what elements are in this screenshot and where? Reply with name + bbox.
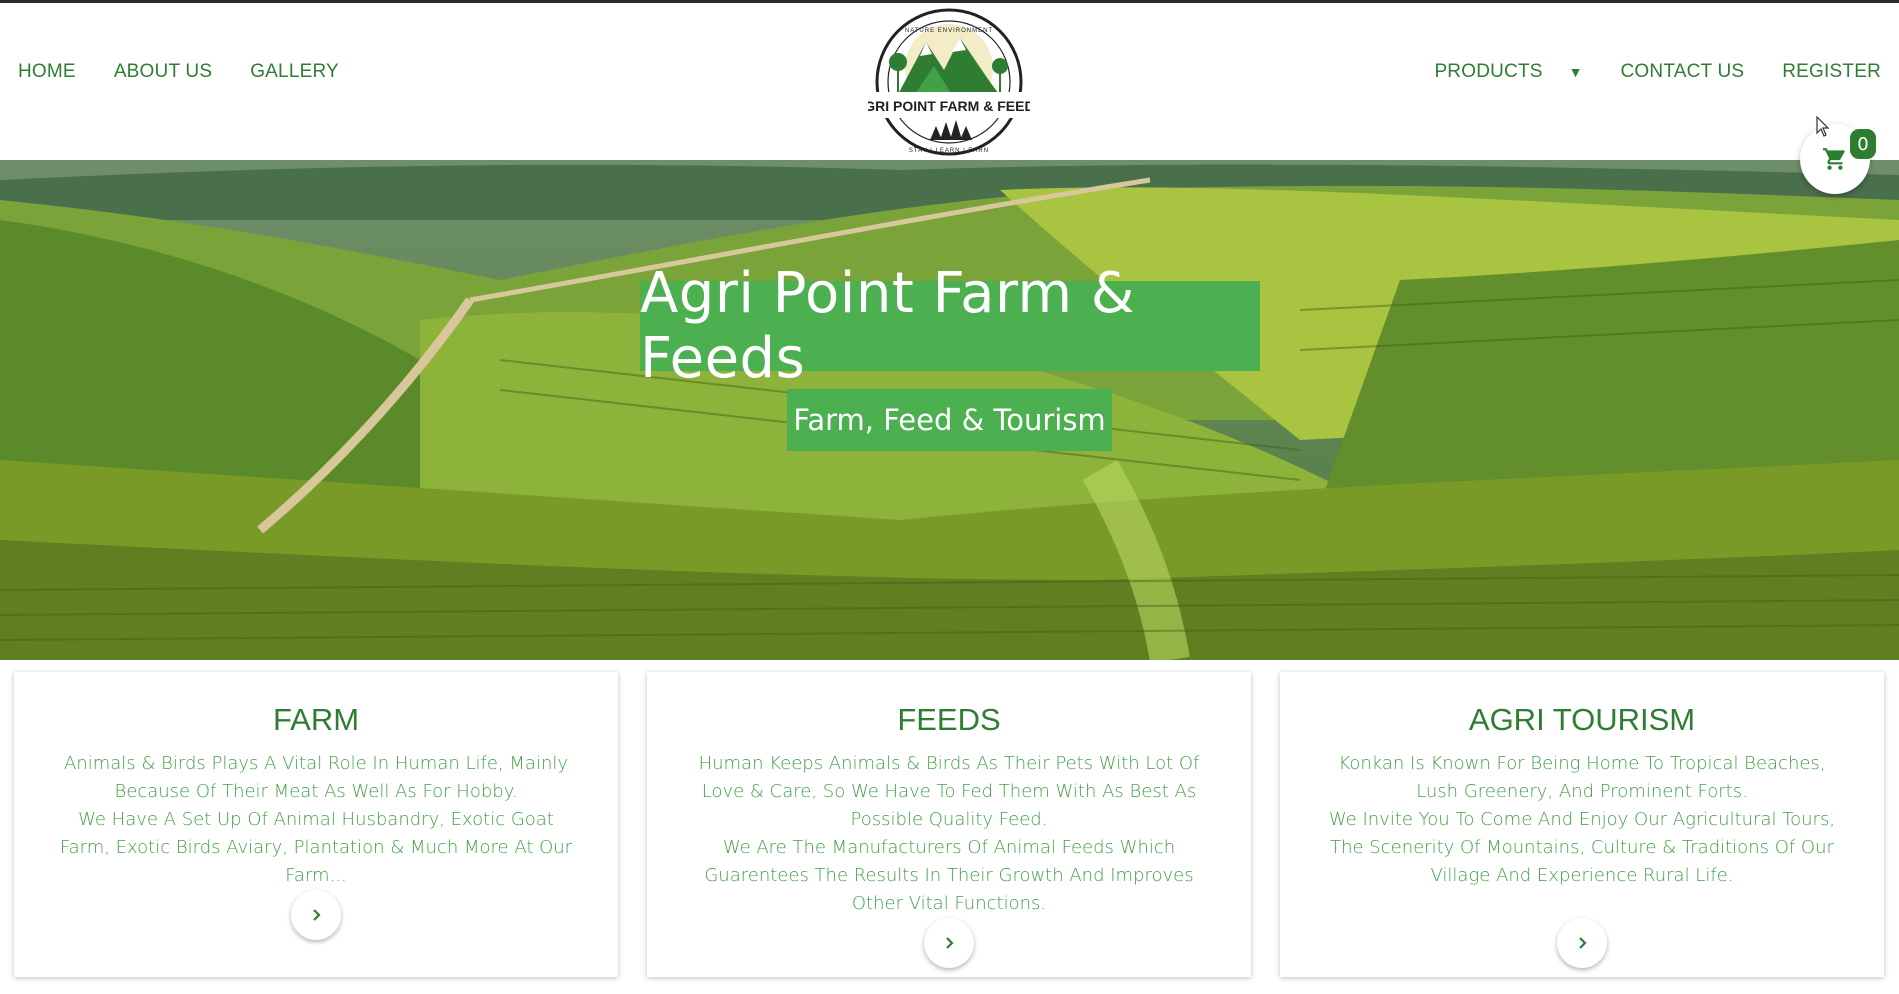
nav-gallery[interactable]: GALLERY	[250, 61, 339, 83]
nav-products-dropdown[interactable]: PRODUCTS ▼	[1434, 61, 1582, 83]
cart-button[interactable]: 0	[1800, 124, 1876, 194]
svg-text:STAY | LEARN | EARN: STAY | LEARN | EARN	[909, 148, 989, 154]
site-header: HOME ABOUT US GALLERY AGRI POINT FARM & …	[0, 3, 1899, 160]
agri-tourism-more-button[interactable]	[1557, 918, 1607, 968]
card-farm: FARM Animals & Birds Plays A Vital Role …	[14, 672, 618, 977]
card-description: Human Keeps Animals & Birds As Their Pet…	[698, 753, 1200, 914]
cart-icon	[1823, 148, 1845, 170]
card-feeds: FEEDS Human Keeps Animals & Birds As The…	[647, 672, 1251, 977]
card-title: AGRI TOURISM	[1468, 702, 1696, 737]
card-agri-tourism: AGRI TOURISM Konkan Is Known For Being H…	[1280, 672, 1884, 977]
feeds-more-button[interactable]	[924, 918, 974, 968]
primary-nav-left: HOME ABOUT US GALLERY	[18, 61, 339, 83]
nav-contact-us[interactable]: CONTACT US	[1621, 61, 1745, 83]
nav-register[interactable]: REGISTER	[1782, 61, 1881, 83]
chevron-right-icon	[313, 909, 321, 921]
hero-banner: Agri Point Farm & Feeds Farm, Feed & Tou…	[0, 160, 1899, 660]
chevron-right-icon	[946, 937, 954, 949]
caret-down-icon[interactable]: ▼	[1569, 64, 1583, 80]
nav-about-us[interactable]: ABOUT US	[114, 61, 212, 83]
farm-more-button[interactable]	[291, 890, 341, 940]
site-logo[interactable]: AGRI POINT FARM & FEEDS NATURE ENVIRONME…	[854, 8, 1044, 160]
services-cards: FARM Animals & Birds Plays A Vital Role …	[0, 660, 1899, 994]
card-title: FARM	[272, 702, 360, 737]
mouse-pointer-icon	[1816, 116, 1830, 137]
nav-products[interactable]: PRODUCTS	[1434, 61, 1542, 83]
logo-text: AGRI POINT FARM & FEEDS	[868, 98, 1030, 114]
hero-subtitle: Farm, Feed & Tourism	[787, 389, 1112, 451]
nav-home[interactable]: HOME	[18, 61, 76, 83]
svg-text:NATURE ENVIRONMENT: NATURE ENVIRONMENT	[905, 28, 993, 34]
cart-count-badge: 0	[1850, 129, 1876, 159]
hero-title: Agri Point Farm & Feeds	[640, 261, 1260, 391]
card-description: Animals & Birds Plays A Vital Role In Hu…	[59, 753, 573, 886]
card-title: FEEDS	[897, 702, 1001, 737]
chevron-right-icon	[1579, 937, 1587, 949]
card-description: Konkan Is Known For Being Home To Tropic…	[1328, 753, 1836, 886]
primary-nav-right: PRODUCTS ▼ CONTACT US REGISTER	[1434, 61, 1881, 83]
